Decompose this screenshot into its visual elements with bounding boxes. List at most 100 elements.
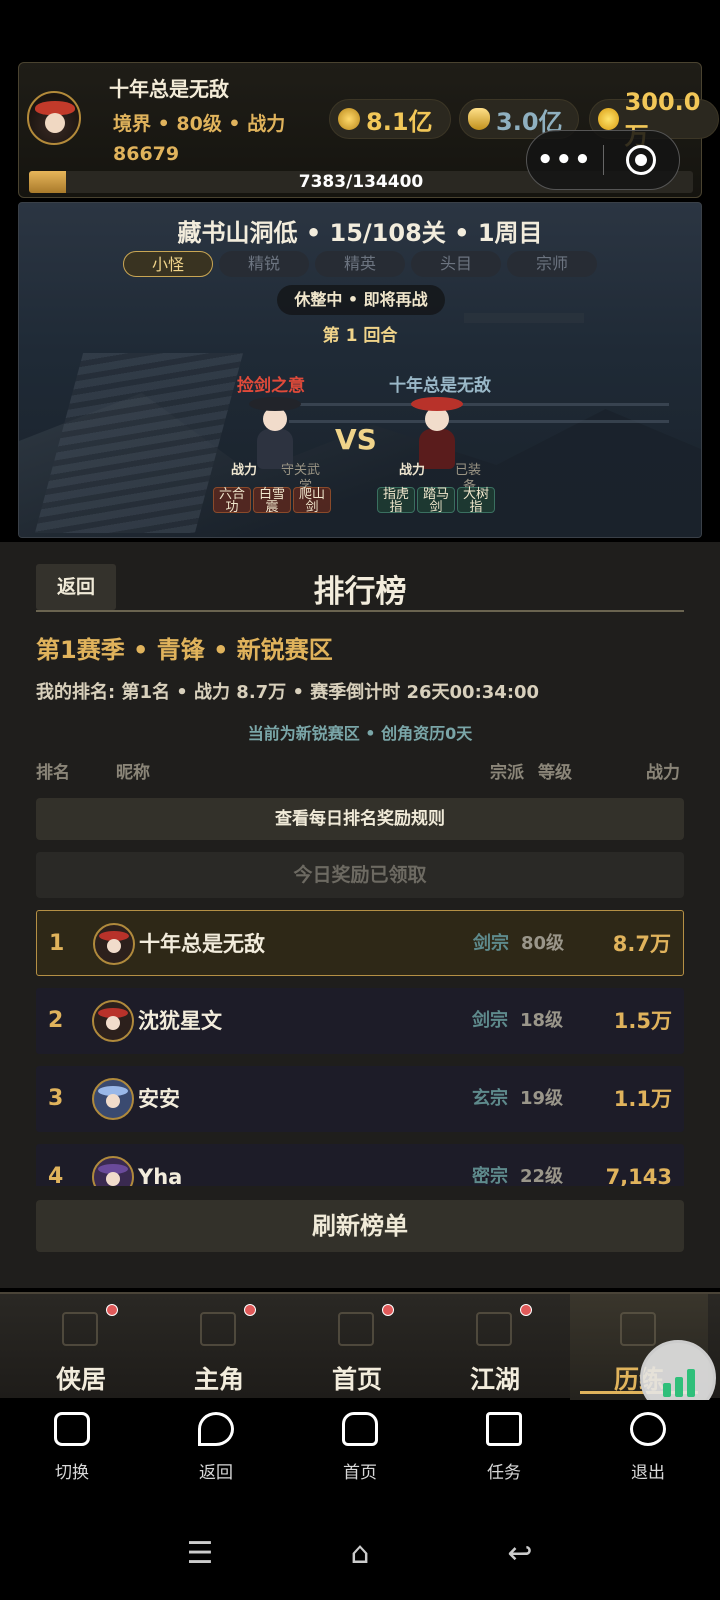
player-name: 十年总是无敌 — [109, 77, 229, 101]
row-sect: 玄宗 — [472, 1088, 508, 1109]
enemy-power-label: 战力 — [231, 463, 258, 478]
player-fighter-name: 十年总是无敌 — [389, 376, 491, 396]
row-power: 7,143 — [605, 1165, 672, 1186]
row-power: 1.1万 — [613, 1087, 672, 1111]
mountain-icon — [476, 1312, 512, 1346]
row-rank: 2 — [48, 1008, 64, 1033]
row-sect: 密宗 — [472, 1166, 508, 1186]
target-icon — [626, 145, 657, 175]
coin-resource[interactable]: 8.1亿 — [329, 99, 451, 139]
nav-xiaju[interactable]: 侠居 — [12, 1294, 150, 1400]
game-bottom-nav: 侠居 主角 首页 江湖 历练 — [0, 1292, 720, 1400]
row-level: 18级 — [520, 1010, 564, 1031]
switch-button[interactable]: 切换 — [0, 1412, 144, 1483]
gold-ingot-icon — [468, 108, 490, 130]
notification-dot — [382, 1304, 394, 1316]
row-power: 1.5万 — [613, 1009, 672, 1033]
back-arrow-icon — [198, 1412, 234, 1446]
player-skill-3: 大树 指 — [457, 487, 495, 514]
exit-button[interactable]: 退出 — [576, 1412, 720, 1483]
row-level: 80级 — [521, 933, 565, 954]
mp-home-button[interactable]: 首页 — [288, 1412, 432, 1483]
column-power: 战力 — [646, 763, 680, 783]
reward-claimed-button: 今日奖励已领取 — [36, 852, 684, 898]
mp-back-button[interactable]: 返回 — [144, 1412, 288, 1483]
my-rank-info: 我的排名: 第1名 • 战力 8.7万 • 赛季倒计时 26天00:34:00 — [36, 682, 540, 703]
miniprogram-toolbar: 切换 返回 首页 任务 退出 — [0, 1400, 720, 1510]
battle-status: 休整中 • 即将再战 — [277, 285, 445, 315]
tab-toumu[interactable]: 头目 — [411, 251, 501, 277]
row-name: 沈犹星文 — [138, 1009, 222, 1033]
status-bar — [0, 0, 720, 58]
column-level: 等级 — [538, 763, 572, 783]
table-row[interactable]: 1 十年总是无敌 剑宗 80级 8.7万 — [36, 910, 684, 976]
enemy-name: 捡剑之意 — [237, 376, 305, 396]
tab-xiaoguai[interactable]: 小怪 — [123, 251, 213, 277]
menu-icon[interactable]: ☰ — [180, 1534, 220, 1574]
home-icon — [342, 1412, 378, 1446]
realm-level: 境界 • 80级 • 战力 — [113, 113, 286, 135]
row-rank: 4 — [48, 1164, 64, 1186]
column-nickname: 昵称 — [116, 763, 150, 783]
task-icon — [486, 1412, 522, 1446]
column-sect: 宗派 — [490, 763, 524, 783]
row-level: 22级 — [520, 1166, 564, 1186]
row-rank: 3 — [48, 1086, 64, 1111]
tab-zongshi[interactable]: 宗师 — [507, 251, 597, 277]
player-skill-1: 指虎 指 — [377, 487, 415, 514]
switch-icon — [54, 1412, 90, 1446]
system-home-icon[interactable]: ⌂ — [340, 1534, 380, 1574]
bar-chart-icon — [663, 1365, 699, 1397]
player-avatar[interactable] — [27, 91, 81, 145]
vs-label: VS — [335, 423, 377, 456]
nav-zhujue[interactable]: 主角 — [150, 1294, 288, 1400]
more-menu-button[interactable]: ••• — [527, 145, 603, 175]
tab-jingrui[interactable]: 精锐 — [219, 251, 309, 277]
row-sect: 剑宗 — [472, 1010, 508, 1031]
table-row[interactable]: 4 Yha 密宗 22级 7,143 — [36, 1144, 684, 1186]
avatar — [92, 1156, 134, 1186]
task-button[interactable]: 任务 — [432, 1412, 576, 1483]
miniprogram-capsule: ••• — [526, 130, 680, 190]
zone-note: 当前为新锐赛区 • 创角资历0天 — [247, 724, 473, 743]
column-rank: 排名 — [36, 763, 70, 783]
nav-shouye[interactable]: 首页 — [288, 1294, 426, 1400]
gold-gourd-icon — [598, 108, 619, 130]
battle-scene: 藏书山洞低 • 15/108关 • 1周目 小怪 精锐 精英 头目 宗师 休整中… — [18, 202, 702, 538]
enemy-skill-2: 白雪 震 — [253, 487, 291, 514]
tab-jingying[interactable]: 精英 — [315, 251, 405, 277]
close-miniprogram-button[interactable] — [604, 145, 680, 175]
house-icon — [62, 1312, 98, 1346]
coin-icon — [338, 108, 360, 130]
row-name: 安安 — [138, 1087, 180, 1111]
table-row[interactable]: 3 安安 玄宗 19级 1.1万 — [36, 1066, 684, 1132]
home-icon — [338, 1312, 374, 1346]
row-name: Yha — [138, 1165, 183, 1186]
player-power-label: 战力 — [399, 463, 426, 478]
notification-dot — [244, 1304, 256, 1316]
reward-rules-button[interactable]: 查看每日排名奖励规则 — [36, 798, 684, 840]
table-row[interactable]: 2 沈犹星文 剑宗 18级 1.5万 — [36, 988, 684, 1054]
page-title: 排行榜 — [313, 574, 407, 610]
player-skill-2: 踏马 剑 — [417, 487, 455, 514]
nav-jianghu[interactable]: 江湖 — [426, 1294, 564, 1400]
row-power: 8.7万 — [612, 932, 671, 956]
row-rank: 1 — [49, 931, 65, 956]
refresh-ranking-button[interactable]: 刷新榜单 — [36, 1200, 684, 1252]
title-divider — [36, 610, 684, 612]
ranking-list[interactable]: 1 十年总是无敌 剑宗 80级 8.7万 2 沈犹星文 剑宗 18级 1.5万 … — [36, 910, 684, 1186]
enemy-skill-1: 六合 功 — [213, 487, 251, 514]
ranking-panel: 返回 排行榜 第1赛季 • 青锋 • 新锐赛区 我的排名: 第1名 • 战力 8… — [0, 542, 720, 1288]
avatar — [92, 1000, 134, 1042]
power-value: 86679 — [113, 143, 180, 165]
hero-icon — [200, 1312, 236, 1346]
notification-dot — [520, 1304, 532, 1316]
notification-dot — [106, 1304, 118, 1316]
system-navigation-bar: ☰ ⌂ ↩ — [0, 1510, 720, 1600]
system-back-icon[interactable]: ↩ — [500, 1534, 540, 1574]
avatar — [92, 1078, 134, 1120]
swords-icon — [620, 1312, 656, 1346]
exit-icon — [630, 1412, 666, 1446]
row-level: 19级 — [520, 1088, 564, 1109]
difficulty-tabs: 小怪 精锐 精英 头目 宗师 — [123, 251, 597, 277]
